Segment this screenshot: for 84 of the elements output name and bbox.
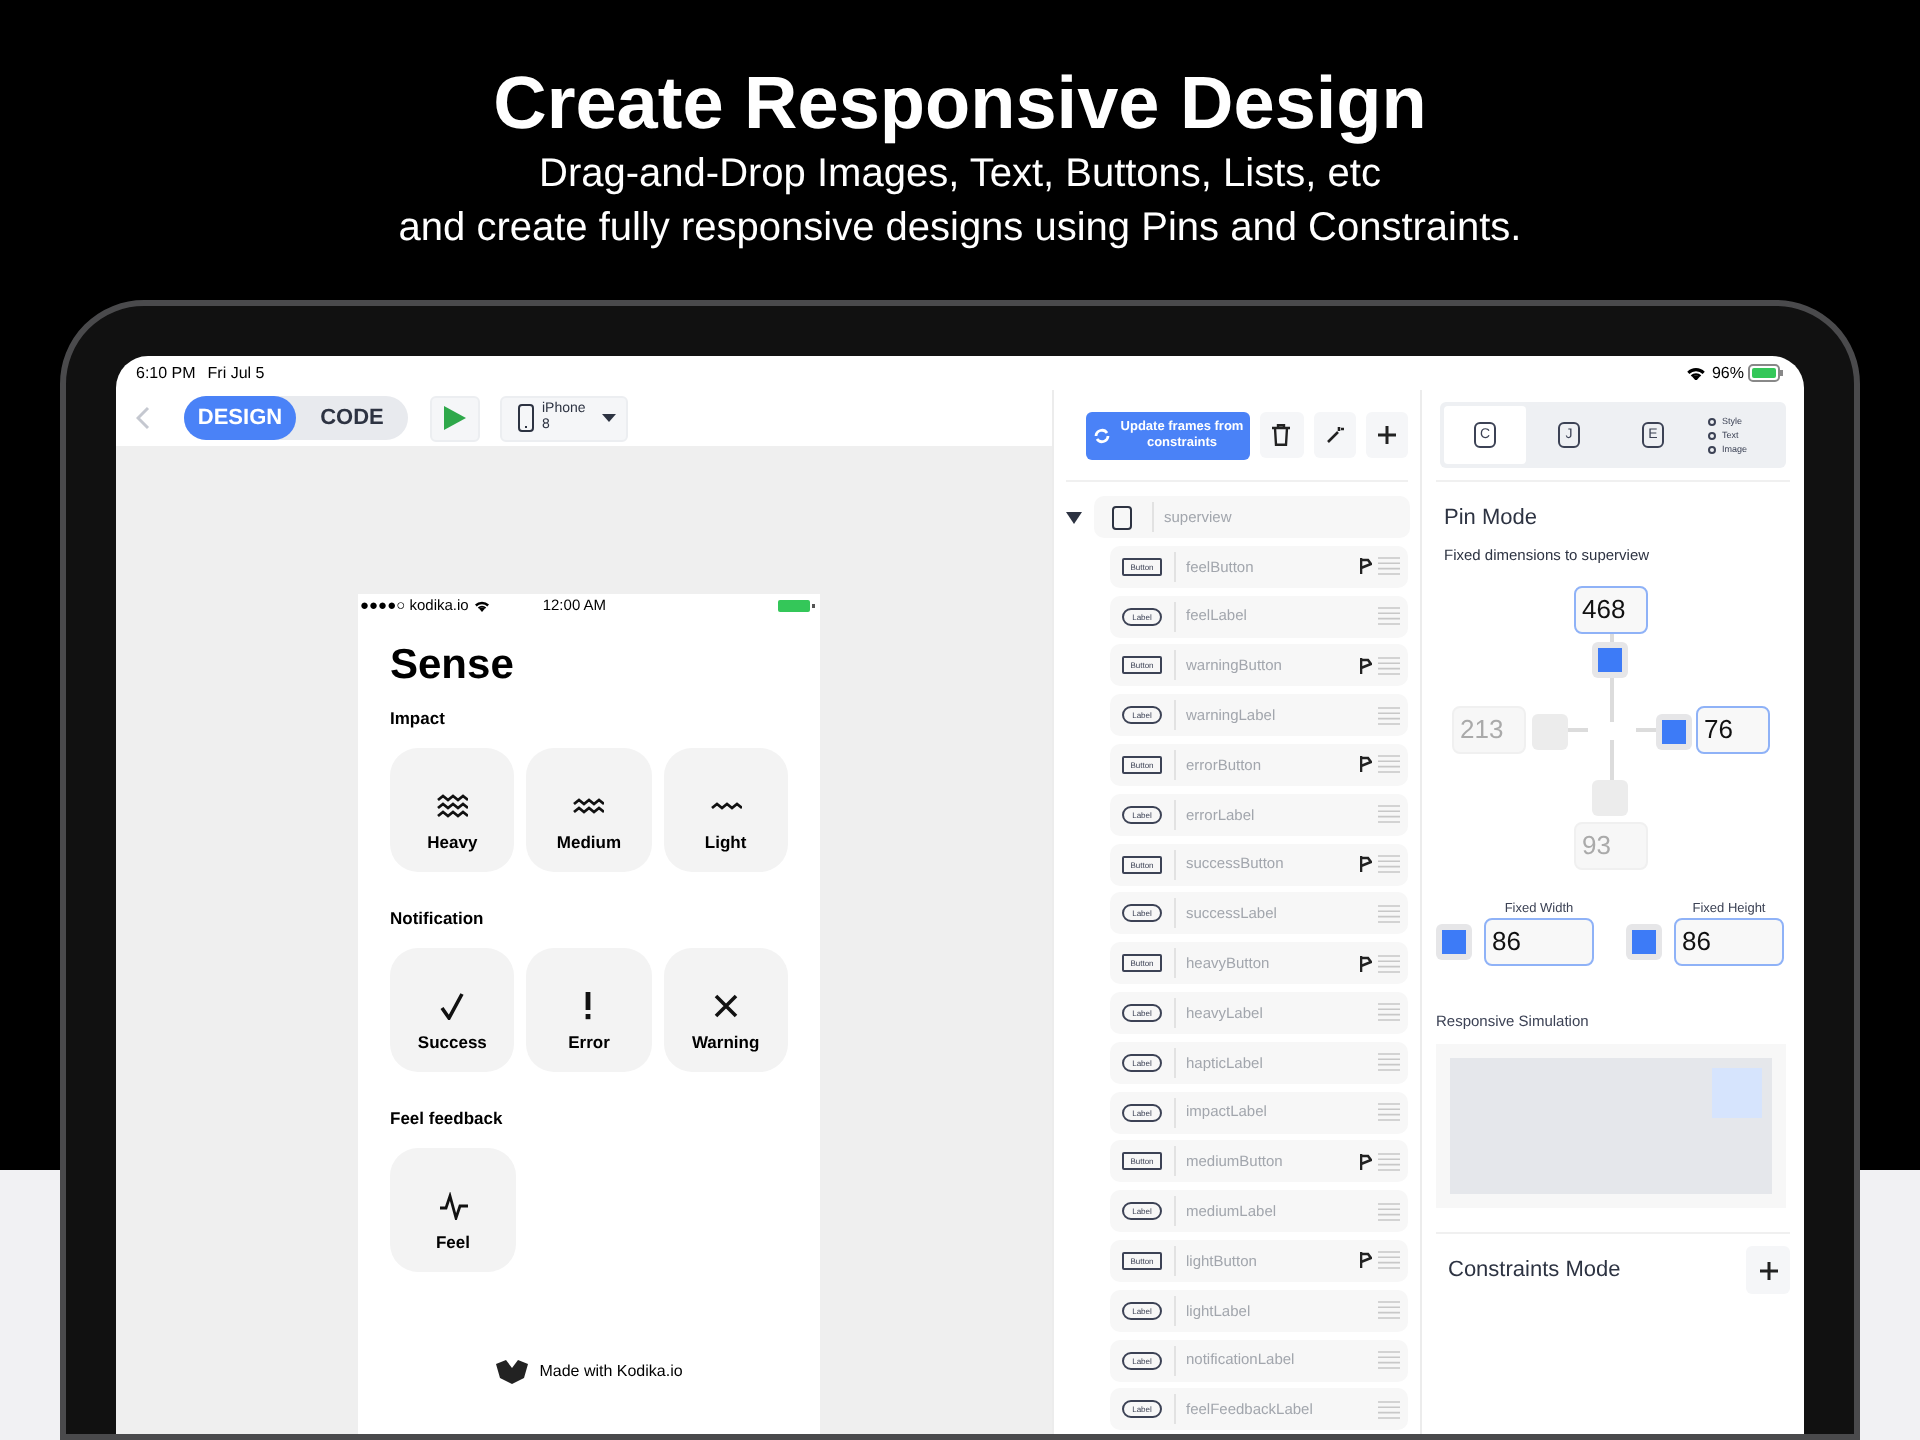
phone-icon bbox=[518, 404, 534, 432]
section-heading: Notification bbox=[390, 908, 486, 928]
subheadline: and create fully responsive designs using Pins and Constraints. bbox=[398, 204, 1522, 254]
pulse-icon bbox=[439, 1192, 467, 1220]
section-heading: Impact bbox=[390, 708, 447, 728]
haptic-button[interactable]: Warning bbox=[663, 948, 788, 1072]
back-chevron-icon[interactable] bbox=[136, 406, 152, 430]
drag-handle-icon[interactable] bbox=[1378, 1201, 1400, 1222]
haptic-button[interactable]: Feel bbox=[390, 1148, 516, 1272]
action-link-icon[interactable] bbox=[1360, 955, 1372, 972]
haptic-button[interactable]: Heavy bbox=[390, 748, 515, 872]
action-link-icon[interactable] bbox=[1360, 657, 1372, 674]
made-with-label: Made with Kodika.io bbox=[539, 1360, 683, 1384]
drag-handle-icon[interactable] bbox=[1378, 1250, 1400, 1271]
drag-handle-icon[interactable] bbox=[1378, 1052, 1400, 1073]
drag-handle-icon[interactable] bbox=[1378, 705, 1400, 726]
run-button[interactable] bbox=[430, 395, 480, 441]
magic-wand-icon bbox=[1325, 426, 1344, 444]
delete-button[interactable] bbox=[1260, 412, 1303, 458]
mode-tab[interactable]: CODE bbox=[296, 396, 408, 440]
constraints-mode-title: Constraints Mode bbox=[1448, 1255, 1621, 1286]
action-link-icon[interactable] bbox=[1360, 756, 1372, 773]
plus-icon bbox=[1759, 1261, 1777, 1279]
pin-toggle[interactable] bbox=[1592, 641, 1628, 678]
pin-value-field[interactable]: 86 bbox=[1484, 917, 1594, 966]
dropdown-caret-icon bbox=[602, 414, 616, 422]
pin-toggle[interactable] bbox=[1592, 779, 1628, 816]
light-wave-icon bbox=[709, 800, 742, 812]
medium-wave-icon bbox=[572, 796, 605, 816]
wifi-icon bbox=[474, 600, 491, 612]
drag-handle-icon[interactable] bbox=[1378, 1151, 1400, 1172]
battery-icon bbox=[778, 600, 818, 612]
screen-title: Sense bbox=[390, 640, 516, 692]
exclamation-icon bbox=[584, 992, 593, 1020]
subheadline: Drag-and-Drop Images, Text, Buttons, Lists, etc bbox=[539, 150, 1381, 200]
refresh-icon bbox=[1094, 427, 1110, 443]
wifi-icon bbox=[1685, 365, 1706, 381]
pin-value-field[interactable]: 76 bbox=[1696, 705, 1770, 754]
headline: Create Responsive Design bbox=[493, 60, 1427, 148]
action-link-icon[interactable] bbox=[1360, 1153, 1372, 1170]
pin-mode-title: Pin Mode bbox=[1442, 504, 1539, 534]
haptic-button[interactable]: Success bbox=[390, 948, 515, 1072]
haptic-button[interactable]: Error bbox=[526, 948, 652, 1072]
drag-handle-icon[interactable] bbox=[1378, 655, 1400, 676]
drag-handle-icon[interactable] bbox=[1378, 1350, 1400, 1371]
add-constraint-button[interactable] bbox=[1746, 1246, 1790, 1294]
drag-handle-icon[interactable] bbox=[1378, 953, 1400, 974]
drag-handle-icon[interactable] bbox=[1378, 606, 1400, 627]
drag-handle-icon[interactable] bbox=[1378, 804, 1400, 825]
drag-handle-icon[interactable] bbox=[1378, 1399, 1400, 1420]
action-link-icon[interactable] bbox=[1360, 558, 1372, 575]
mode-tab[interactable]: DESIGN bbox=[184, 396, 296, 440]
magic-wand-button[interactable] bbox=[1313, 412, 1356, 458]
view-icon bbox=[1112, 505, 1132, 529]
drag-handle-icon[interactable] bbox=[1378, 1002, 1400, 1023]
drag-handle-icon[interactable] bbox=[1378, 754, 1400, 775]
battery-percentage: 96% bbox=[1711, 361, 1744, 385]
haptic-button[interactable]: Light bbox=[663, 748, 788, 872]
drag-handle-icon[interactable] bbox=[1378, 854, 1400, 875]
section-heading: Feel feedback bbox=[390, 1108, 505, 1128]
status-date: Fri Jul 5 bbox=[207, 361, 265, 385]
drag-handle-icon[interactable] bbox=[1378, 1102, 1400, 1123]
drag-handle-icon[interactable] bbox=[1378, 903, 1400, 924]
play-icon bbox=[444, 406, 466, 430]
checkmark-icon bbox=[440, 992, 465, 1020]
plus-icon bbox=[1377, 426, 1396, 444]
add-button[interactable] bbox=[1365, 412, 1408, 458]
pin-toggle[interactable] bbox=[1436, 923, 1472, 960]
action-link-icon[interactable] bbox=[1360, 856, 1372, 873]
cross-icon bbox=[713, 994, 738, 1018]
heavy-wave-icon bbox=[436, 792, 469, 820]
drag-handle-icon[interactable] bbox=[1378, 1300, 1400, 1321]
battery-icon bbox=[1748, 364, 1784, 382]
status-time: 6:10 PM bbox=[136, 361, 196, 385]
pin-value-field[interactable]: 86 bbox=[1674, 917, 1784, 966]
haptic-button[interactable]: Medium bbox=[526, 748, 652, 872]
trash-icon bbox=[1272, 424, 1291, 446]
action-link-icon[interactable] bbox=[1360, 1252, 1372, 1269]
pin-toggle[interactable] bbox=[1532, 713, 1568, 750]
pin-value-field[interactable]: 468 bbox=[1574, 585, 1648, 634]
disclosure-triangle-icon[interactable] bbox=[1066, 511, 1082, 523]
drag-handle-icon[interactable] bbox=[1378, 556, 1400, 577]
pin-toggle[interactable] bbox=[1626, 923, 1662, 960]
pin-toggle[interactable] bbox=[1656, 713, 1692, 750]
